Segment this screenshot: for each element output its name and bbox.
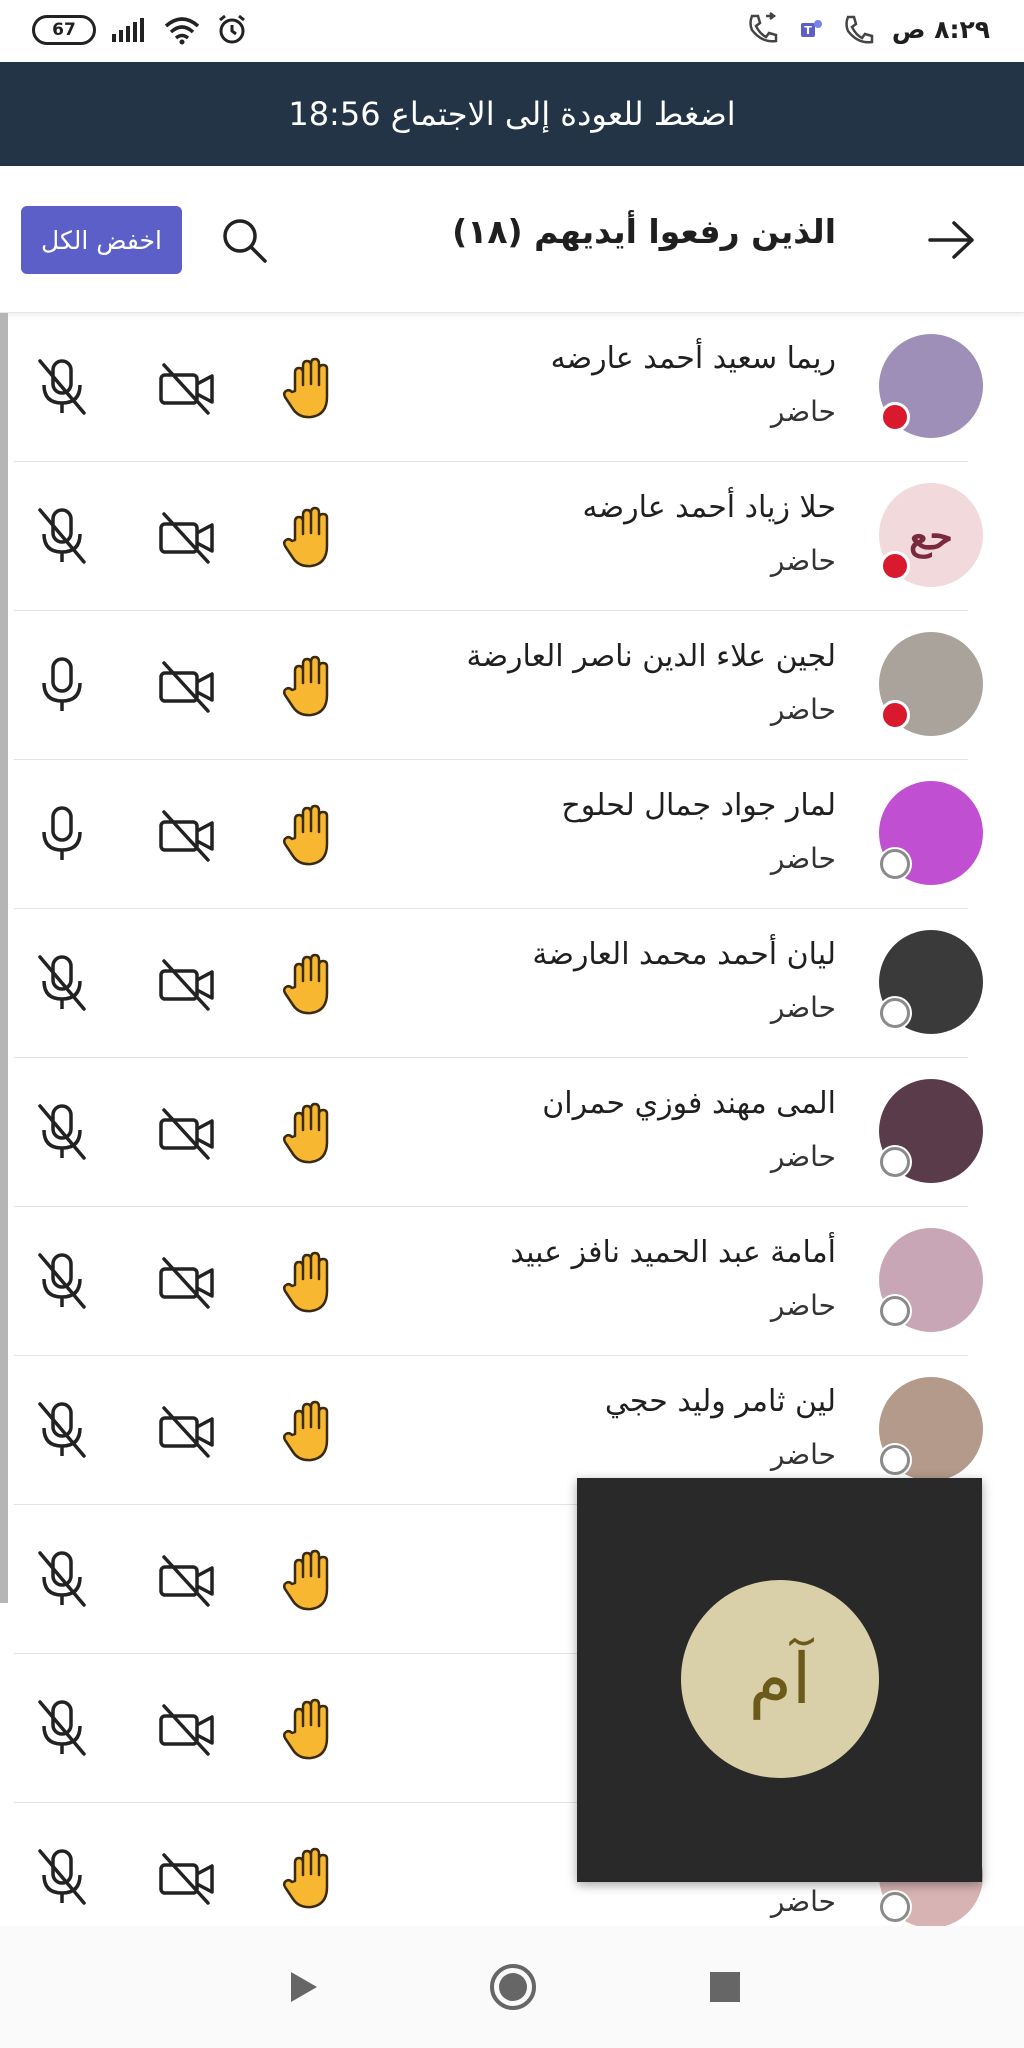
raised-hand-icon [281,1102,341,1166]
return-to-meeting-banner[interactable]: اضغط للعودة إلى الاجتماع 18:56 [0,62,1024,166]
camera-off-icon [158,510,216,566]
status-bar: 67 T ٨:٢٩ ص [0,0,1024,62]
banner-text: اضغط للعودة إلى الاجتماع 18:56 [288,95,736,133]
nav-recents-button[interactable] [700,1962,750,2012]
participant-row[interactable]: ليان أحمد محمد العارضة حاضر [0,909,1024,1058]
battery-level: 67 [52,20,76,40]
participant-status: حاضر [770,1438,836,1471]
participant-status: حاضر [770,1140,836,1173]
clock: ٨:٢٩ ص [891,14,990,44]
participant-row[interactable]: المى مهند فوزي حمران حاضر [0,1058,1024,1207]
arrow-right-icon [928,221,974,259]
participant-status: حاضر [770,693,836,726]
participant-name: لجين علاء الدين ناصر العارضة [466,639,836,674]
participant-name: لين ثامر وليد حجي [604,1384,836,1419]
signal-icon [112,18,144,42]
camera-off-icon [158,361,216,417]
participant-row[interactable]: حع حلا زياد أحمد عارضه حاضر [0,462,1024,611]
microphone-off-icon [34,1251,90,1311]
raised-hand-icon [281,655,341,719]
self-initials: آم [748,1638,812,1720]
participant-status: حاضر [770,395,836,428]
raised-hand-icon [281,506,341,570]
participant-name: حلا زياد أحمد عارضه [582,490,836,525]
microphone-off-icon [34,1400,90,1460]
raised-hand-icon [281,1251,341,1315]
microphone-off-icon [34,953,90,1013]
camera-off-icon [158,659,216,715]
presence-indicator [880,551,910,581]
participant-row[interactable]: لجين علاء الدين ناصر العارضة حاضر [0,611,1024,760]
presence-indicator [880,402,910,432]
nav-home-button[interactable] [488,1962,538,2012]
participant-status: حاضر [770,1885,836,1918]
play-icon [291,1972,317,2002]
raised-hand-icon [281,1400,341,1464]
microphone-off-icon [34,1698,90,1758]
participant-row[interactable]: ريما سعيد أحمد عارضه حاضر [0,313,1024,462]
microphone-off-icon [34,506,90,566]
avatar-initials: حع [909,512,953,558]
call-forward-icon [749,12,778,43]
raised-hand-icon [281,953,341,1017]
camera-off-icon [158,1851,216,1907]
raised-hand-icon [281,1847,341,1911]
presence-indicator [880,849,910,879]
camera-off-icon [158,808,216,864]
camera-off-icon [158,957,216,1013]
camera-off-icon [158,1255,216,1311]
phone-icon [845,15,874,44]
participant-row[interactable]: أمامة عبد الحميد نافز عبيد حاضر [0,1207,1024,1356]
nav-back-button[interactable] [278,1962,328,2012]
participant-row[interactable]: لمار جواد جمال لحلوح حاضر [0,760,1024,909]
lower-all-label: اخفض الكل [41,225,162,255]
camera-off-icon [158,1702,216,1758]
navigation-bar [0,1926,1024,2048]
presence-indicator [880,700,910,730]
microphone-icon [34,655,90,715]
participant-status: حاضر [770,842,836,875]
presence-indicator [880,1445,910,1475]
microphone-off-icon [34,357,90,417]
presence-indicator [880,1147,910,1177]
participant-name: المى مهند فوزي حمران [542,1086,836,1121]
participant-status: حاضر [770,1289,836,1322]
microphone-off-icon [34,1549,90,1609]
presence-indicator [880,998,910,1028]
participant-name: لمار جواد جمال لحلوح [561,788,836,823]
home-circle-icon [490,1964,536,2010]
back-button[interactable] [922,210,982,270]
microphone-off-icon [34,1102,90,1162]
teams-icon: T [800,20,822,37]
alarm-icon [219,14,245,44]
camera-off-icon [158,1106,216,1162]
battery-icon: 67 [32,15,96,45]
microphone-icon [34,804,90,864]
presence-indicator [880,1296,910,1326]
wifi-icon [164,17,200,45]
participant-name: ريما سعيد أحمد عارضه [550,341,836,376]
svg-text:T: T [804,24,812,37]
page-title: الذين رفعوا أيديهم (١٨) [452,212,836,251]
camera-off-icon [158,1553,216,1609]
participant-status: حاضر [770,991,836,1024]
lower-all-hands-button[interactable]: اخفض الكل [21,206,182,274]
search-icon [223,219,267,263]
raised-hand-icon [281,804,341,868]
participant-name: ليان أحمد محمد العارضة [532,937,836,972]
presence-indicator [880,1892,910,1922]
raised-hand-icon [281,357,341,421]
square-icon [710,1972,740,2002]
camera-off-icon [158,1404,216,1460]
search-button[interactable] [214,210,274,270]
self-video-tile[interactable]: آم [577,1478,982,1882]
participant-status: حاضر [770,544,836,577]
raised-hand-icon [281,1698,341,1762]
header: الذين رفعوا أيديهم (١٨) اخفض الكل [0,166,1024,313]
microphone-off-icon [34,1847,90,1907]
participant-name: أمامة عبد الحميد نافز عبيد [510,1235,836,1270]
raised-hand-icon [281,1549,341,1613]
self-avatar: آم [681,1580,879,1778]
